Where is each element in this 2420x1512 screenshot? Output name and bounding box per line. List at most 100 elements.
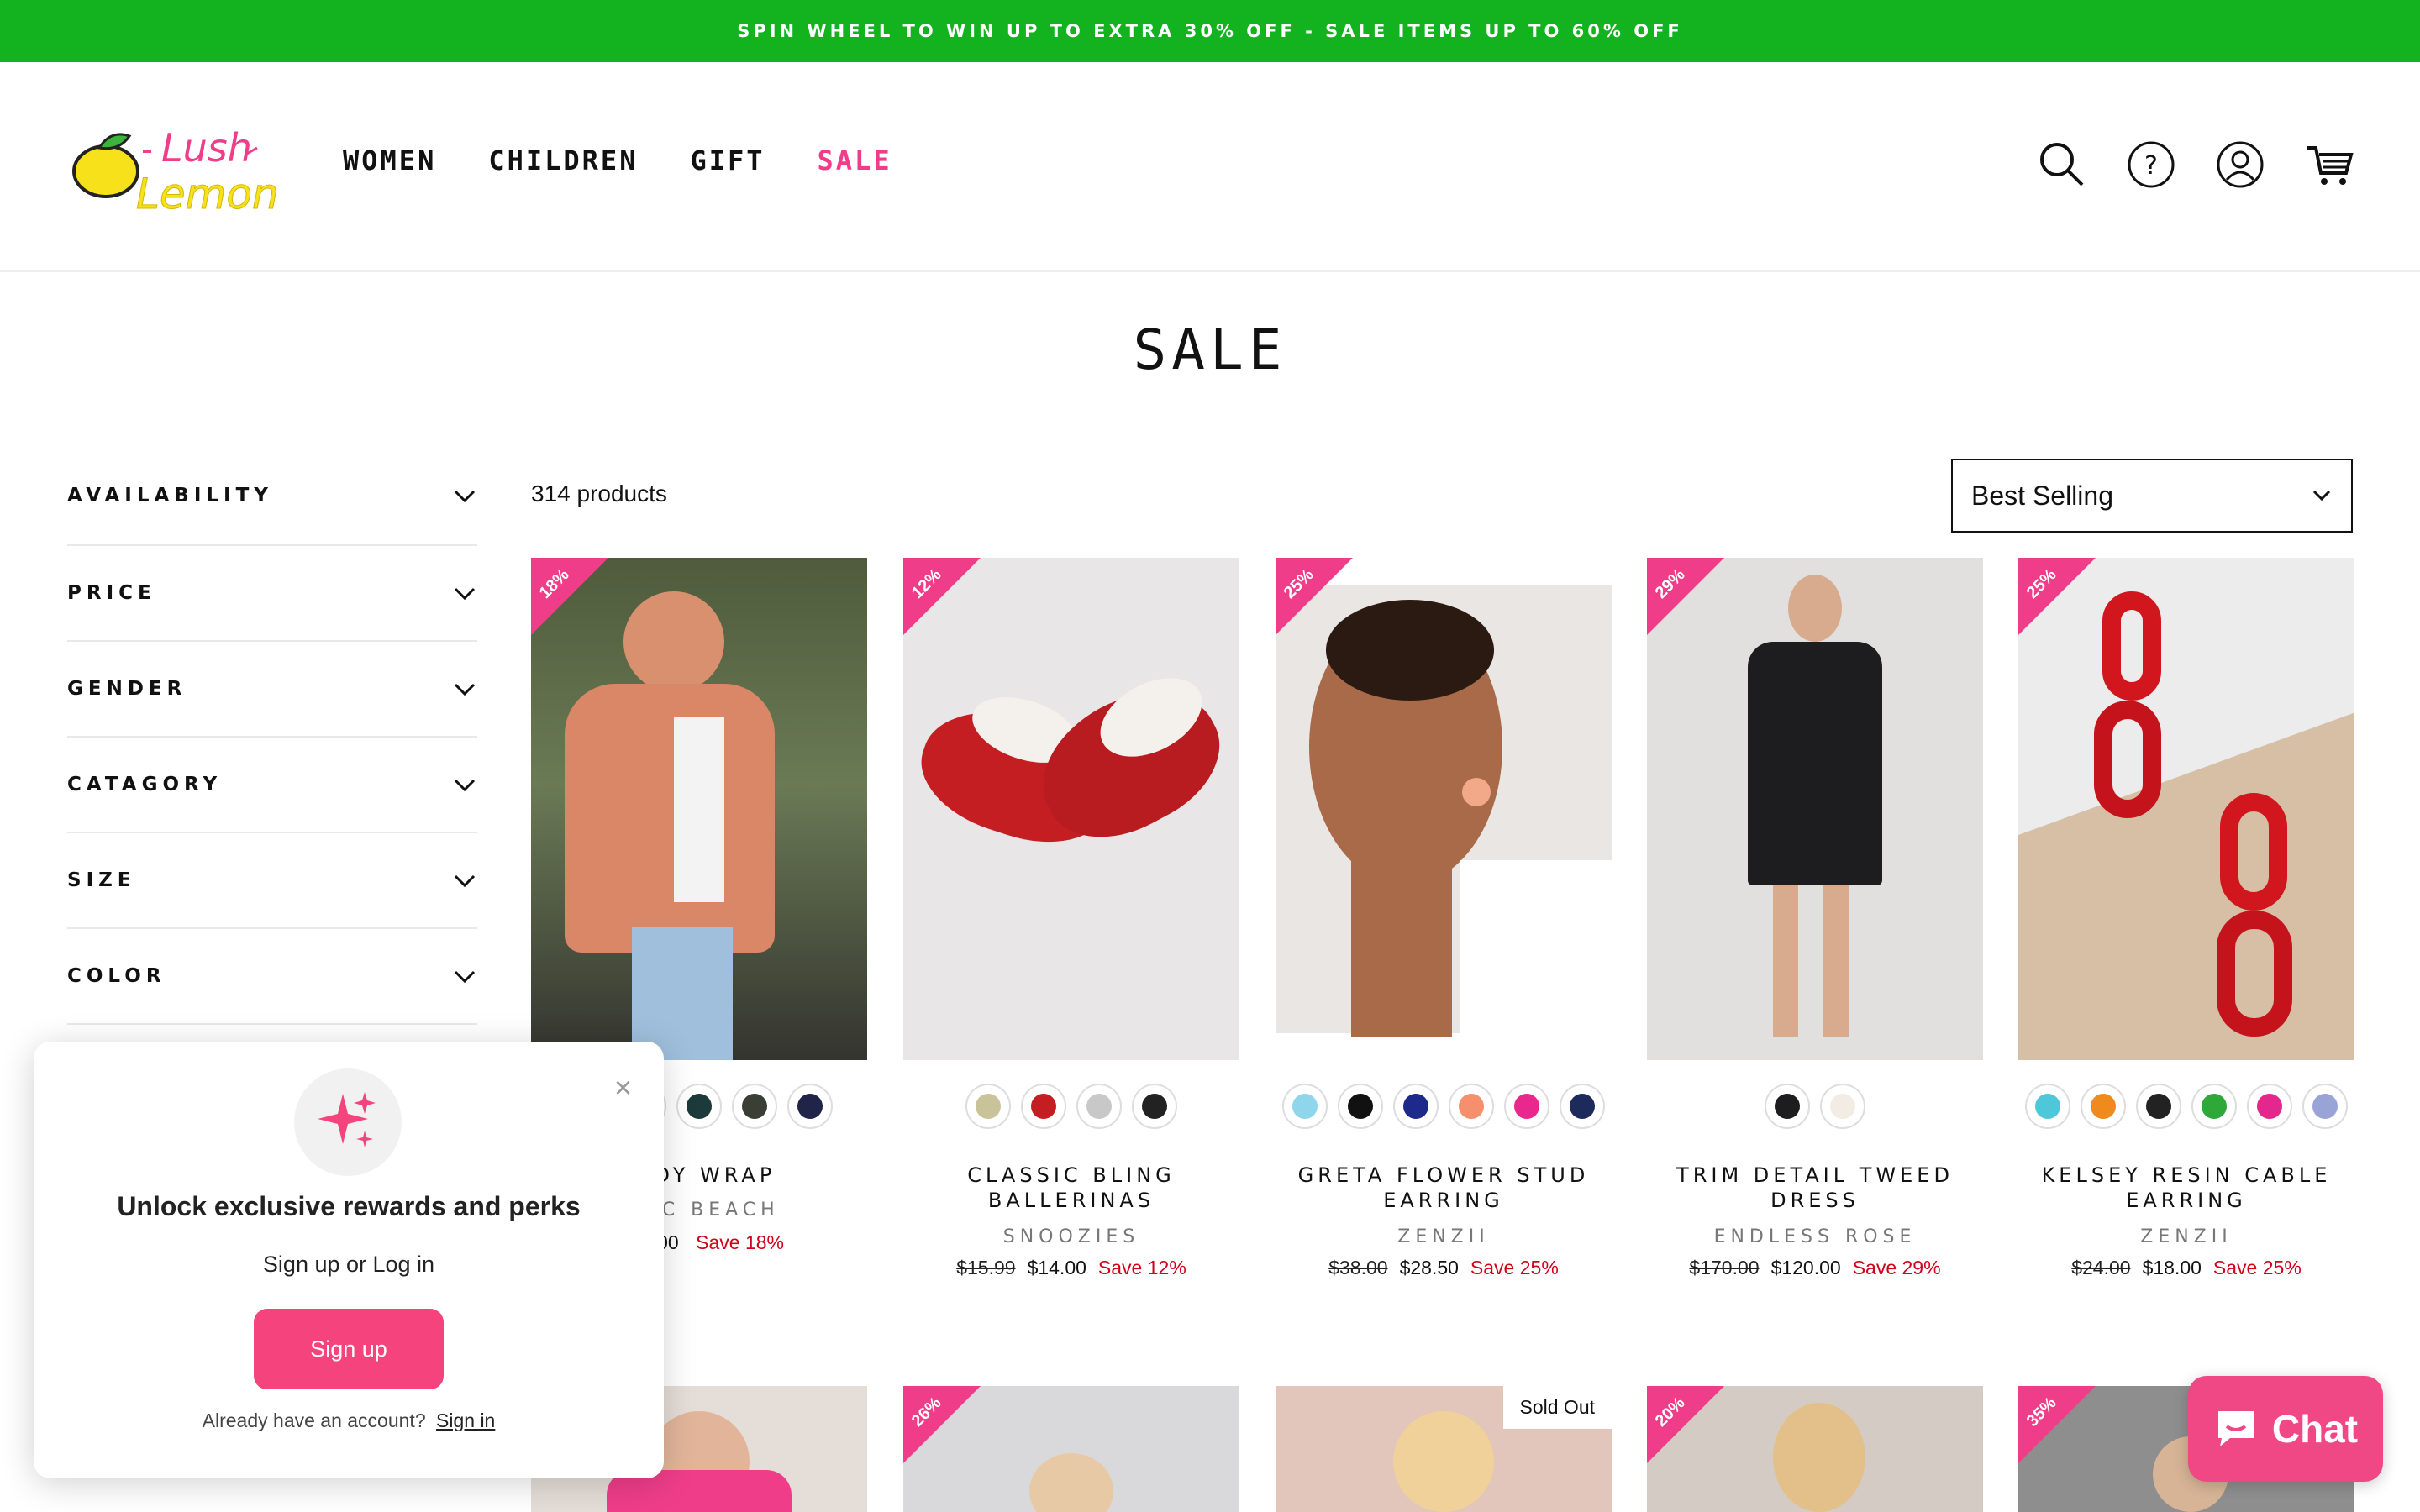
svg-text:?: ? [2144,151,2158,181]
filter-sidebar: AVAILABILITY PRICE GENDER CATAGORY SIZE … [67,447,477,1025]
chat-bubble-icon [2217,1411,2254,1446]
filter-category[interactable]: CATAGORY [67,738,477,833]
product-card[interactable]: 25% [2018,558,2354,1060]
sparkle-icon [294,1068,402,1176]
product-count: 314 products [531,480,667,507]
main-nav: WOMEN CHILDREN GIFT SALE [343,144,892,176]
color-swatch[interactable] [1338,1084,1383,1129]
original-price: $38.00 [1328,1257,1388,1278]
product-image[interactable]: 29% [1647,558,1983,1060]
save-label: Save 18% [696,1231,784,1253]
product-image[interactable]: 25% [2018,558,2354,1060]
search-icon[interactable] [2037,139,2087,190]
color-swatch[interactable] [2302,1084,2348,1129]
color-swatch[interactable] [2136,1084,2181,1129]
site-header: Lush Lemon WOMEN CHILDREN GIFT SALE ? [0,62,2420,272]
color-swatch[interactable] [1504,1084,1549,1129]
color-swatch[interactable] [1076,1084,1122,1129]
color-swatch[interactable] [2247,1084,2292,1129]
product-image[interactable]: 12% [903,558,1239,1060]
product-brand: ENDLESS ROSE [1713,1226,1917,1247]
popup-footer-text: Already have an account? [202,1410,426,1431]
color-swatch[interactable] [2025,1084,2070,1129]
cart-icon[interactable] [2304,139,2354,190]
nav-gift[interactable]: GIFT [690,144,765,176]
filter-gender[interactable]: GENDER [67,642,477,738]
product-card[interactable]: Sold Out [1276,1386,1612,1512]
rewards-popup: × Unlock exclusive rewards and perks Sig… [34,1042,664,1478]
product-name[interactable]: KELSEY RESIN CABLE EARRING [2018,1163,2354,1213]
close-icon[interactable]: × [614,1070,632,1105]
color-swatch[interactable] [2081,1084,2126,1129]
chevron-down-icon [454,490,476,503]
filter-label: CATAGORY [67,774,223,795]
color-swatch[interactable] [1282,1084,1328,1129]
sign-in-link[interactable]: Sign in [436,1410,495,1431]
nav-children[interactable]: CHILDREN [488,144,638,176]
chat-button[interactable]: Chat [2188,1376,2383,1482]
sold-out-badge: Sold Out [1502,1386,1612,1429]
nav-women[interactable]: WOMEN [343,144,436,176]
popup-footer: Already have an account? Sign in [34,1410,664,1432]
color-swatches [1276,1084,1612,1129]
color-swatch[interactable] [1560,1084,1605,1129]
color-swatch[interactable] [676,1084,722,1129]
help-icon[interactable]: ? [2126,139,2176,190]
product-name[interactable]: CLASSIC BLING BALLERINAS [903,1163,1239,1213]
product-name[interactable]: GRETA FLOWER STUD EARRING [1276,1163,1612,1213]
sign-up-button[interactable]: Sign up [254,1309,444,1389]
page-title: SALE [1133,318,1287,382]
color-swatch[interactable] [1132,1084,1177,1129]
filter-availability[interactable]: AVAILABILITY [67,447,477,546]
color-swatch[interactable] [1765,1084,1810,1129]
color-swatch[interactable] [1820,1084,1865,1129]
chevron-down-icon [454,587,476,601]
filter-label: COLOR [67,965,166,987]
product-name[interactable]: TRIM DETAIL TWEED DRESS [1647,1163,1983,1213]
original-price: $170.00 [1689,1257,1760,1278]
product-image[interactable]: 25% [1276,558,1612,1060]
original-price: $15.99 [956,1257,1016,1278]
product-card[interactable]: 25% [1276,558,1612,1060]
filter-price[interactable]: PRICE [67,546,477,642]
save-label: Save 29% [1852,1257,1941,1278]
announcement-bar[interactable]: SPIN WHEEL TO WIN UP TO EXTRA 30% OFF - … [0,0,2420,62]
color-swatch[interactable] [2191,1084,2237,1129]
popup-heading: Unlock exclusive rewards and perks [117,1191,581,1221]
announcement-text: SPIN WHEEL TO WIN UP TO EXTRA 30% OFF - … [737,21,1683,41]
product-price: $170.00 $120.00 Save 29% [1647,1257,1983,1279]
current-price: $14.00 [1027,1257,1086,1278]
color-swatch[interactable] [732,1084,777,1129]
nav-sale[interactable]: SALE [818,144,892,176]
filter-label: GENDER [67,678,187,700]
product-brand: SNOOZIES [1002,1226,1140,1247]
chevron-down-icon [454,683,476,696]
product-card[interactable]: 18% [531,558,867,1060]
chevron-down-icon [454,874,476,888]
product-card[interactable]: 29% [1647,558,1983,1060]
sort-selected: Best Selling [1971,480,2113,511]
filter-color[interactable]: COLOR [67,929,477,1025]
svg-text:Lemon: Lemon [136,170,279,218]
logo[interactable]: Lush Lemon [71,114,289,223]
color-swatch[interactable] [1393,1084,1439,1129]
account-icon[interactable] [2215,139,2265,190]
sort-select[interactable]: Best Selling [1951,459,2353,533]
filter-label: PRICE [67,582,156,604]
product-card[interactable]: 12% [903,558,1239,1060]
product-image[interactable]: 18% [531,558,867,1060]
color-swatch[interactable] [965,1084,1011,1129]
product-card[interactable]: 26% [903,1386,1239,1512]
product-brand: ZENZII [1397,1226,1490,1247]
product-card[interactable]: 20% [1647,1386,1983,1512]
filter-label: SIZE [67,869,136,891]
color-swatch[interactable] [787,1084,833,1129]
color-swatch[interactable] [1021,1084,1066,1129]
filter-label: AVAILABILITY [67,485,273,507]
chevron-down-icon [454,779,476,792]
filter-size[interactable]: SIZE [67,833,477,929]
color-swatch[interactable] [1449,1084,1494,1129]
product-brand: ZENZII [2140,1226,2233,1247]
current-price: $18.00 [2142,1257,2202,1278]
current-price: $120.00 [1770,1257,1841,1278]
